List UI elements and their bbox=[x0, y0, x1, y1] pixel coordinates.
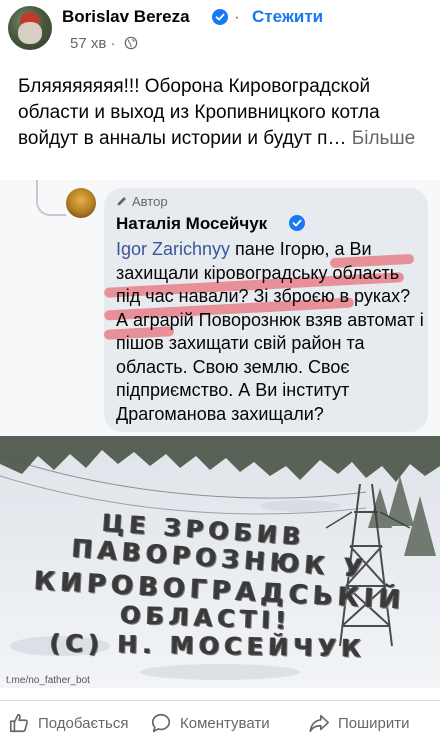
verified-icon bbox=[289, 215, 305, 231]
author-name[interactable]: Borislav Bereza bbox=[62, 7, 190, 27]
post-header: Borislav Bereza · Стежити 57 хв · bbox=[0, 0, 440, 64]
photo-watermark: t.me/no_father_bot bbox=[6, 675, 90, 686]
pen-icon bbox=[117, 197, 126, 206]
comment-text: Igor Zarichnyy пане Ігорю, а Ви захищали… bbox=[116, 238, 424, 426]
comment-screenshot[interactable]: Автор Наталія Мосейчук Igor Zarichnyy па… bbox=[0, 180, 440, 436]
globe-icon bbox=[124, 36, 138, 50]
comment-body: пане Ігорю, а Ви захищали кіровоградську… bbox=[116, 239, 424, 424]
comment-bubble: Автор Наталія Мосейчук Igor Zarichnyy па… bbox=[103, 188, 428, 432]
comment-button[interactable]: Коментувати bbox=[150, 707, 270, 739]
mention-link: Igor Zarichnyy bbox=[116, 239, 231, 259]
thread-line bbox=[36, 180, 66, 216]
share-button[interactable]: Поширити bbox=[308, 707, 410, 739]
comment-icon bbox=[151, 713, 171, 733]
comment-label: Коментувати bbox=[180, 714, 270, 732]
post-text: Бляяяяяяяя!!! Оборона Кировоградской обл… bbox=[18, 74, 428, 152]
post-body: Бляяяяяяяя!!! Оборона Кировоградской обл… bbox=[18, 76, 380, 149]
separator-dot: · bbox=[234, 7, 240, 26]
action-bar: Подобається Коментувати Поширити bbox=[0, 700, 440, 744]
like-label: Подобається bbox=[38, 714, 129, 732]
commenter-avatar bbox=[66, 188, 96, 218]
author-avatar[interactable] bbox=[8, 6, 52, 50]
post-time[interactable]: 57 хв · bbox=[70, 35, 116, 52]
like-icon bbox=[9, 713, 28, 733]
see-more-link[interactable]: Більше bbox=[352, 128, 416, 149]
verified-icon bbox=[212, 9, 228, 25]
like-button[interactable]: Подобається bbox=[8, 707, 128, 739]
share-icon bbox=[309, 714, 329, 733]
commenter-name: Наталія Мосейчук bbox=[116, 214, 268, 233]
follow-button[interactable]: Стежити bbox=[252, 7, 323, 27]
snow-photo[interactable]: ЦЕ ЗРОБИВ ПАВОРОЗНЮК У КИРОВОГРАДСЬКІЙ О… bbox=[0, 436, 440, 688]
share-label: Поширити bbox=[338, 714, 410, 732]
author-badge: Автор bbox=[116, 194, 168, 209]
